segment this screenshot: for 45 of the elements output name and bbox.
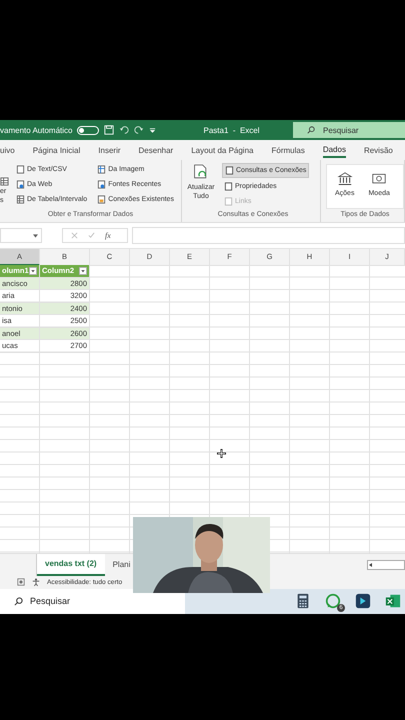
redo-icon[interactable] [134, 125, 144, 135]
sheet-tab[interactable]: vendas txt (2) [37, 554, 105, 576]
document-icon [97, 180, 106, 189]
search-field[interactable]: Pesquisar [293, 122, 405, 138]
table-icon[interactable] [0, 177, 9, 186]
caret-icon [33, 234, 38, 238]
insert-function-button[interactable]: fx [105, 231, 111, 240]
ribbon-tab[interactable]: Dados [322, 142, 346, 158]
app-icon[interactable] [355, 593, 371, 609]
customize-icon[interactable] [149, 126, 156, 134]
ribbon-tab[interactable]: Fórmulas [271, 144, 305, 156]
ribbon-tab[interactable]: Página Inicial [32, 144, 80, 156]
ribbon-tab[interactable]: Layout da Página [191, 144, 254, 156]
search-icon [14, 596, 23, 606]
ribbon-tab[interactable]: uivo [0, 144, 15, 156]
calculator-icon[interactable] [295, 593, 311, 609]
filter-dropdown-icon[interactable] [29, 266, 37, 275]
save-icon[interactable] [104, 125, 114, 135]
scroll-left-icon[interactable] [368, 562, 374, 568]
sheet-tab[interactable]: Plani [104, 554, 130, 576]
window-title: Pasta1 - Excel [203, 126, 260, 134]
taskbar-search-field[interactable]: Pesquisar [0, 588, 185, 614]
formula-input[interactable] [132, 227, 405, 244]
table-icon [16, 195, 25, 204]
document-icon [16, 180, 25, 189]
document-icon [97, 195, 106, 204]
cursor-icon [217, 449, 226, 458]
image-table-icon [97, 165, 106, 174]
ribbon-tab[interactable]: Desenhar [138, 144, 174, 156]
autosave-label: vamento Automático [0, 126, 72, 134]
macro-icon[interactable] [17, 578, 25, 586]
filter-dropdown-icon[interactable] [79, 266, 87, 275]
spreadsheet-app-icon[interactable] [385, 593, 401, 609]
autosave-toggle[interactable] [77, 126, 100, 134]
accessibility-icon[interactable] [32, 578, 40, 586]
undo-icon[interactable] [119, 125, 130, 135]
horizontal-scrollbar[interactable] [367, 560, 405, 570]
document-icon [16, 165, 25, 174]
bank-icon [336, 172, 353, 186]
chat-bubble-icon[interactable] [325, 593, 341, 609]
ribbon-tab[interactable]: Inserir [98, 144, 121, 156]
search-icon [307, 126, 315, 134]
money-icon [371, 172, 388, 186]
ribbon-tab[interactable]: Revisão [364, 144, 393, 156]
check-icon[interactable] [88, 232, 95, 239]
